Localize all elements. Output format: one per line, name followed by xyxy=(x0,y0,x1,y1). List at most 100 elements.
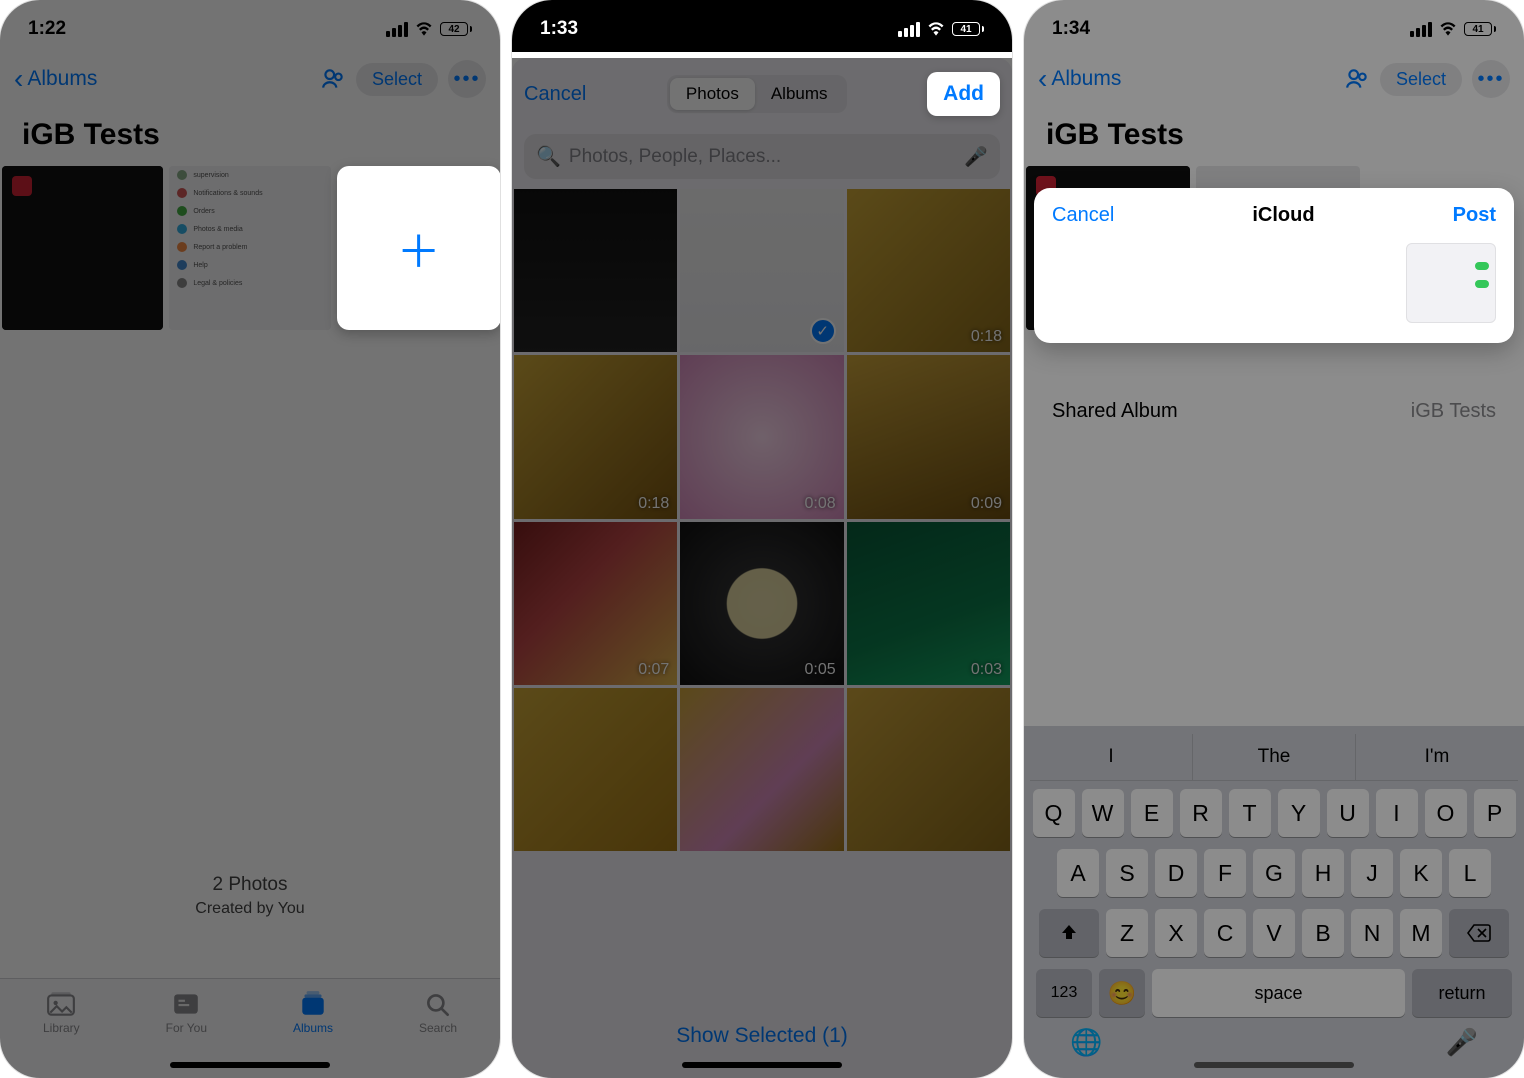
key-d[interactable]: D xyxy=(1155,849,1197,897)
show-selected-button[interactable]: Show Selected (1) xyxy=(512,1024,1012,1048)
key-a[interactable]: A xyxy=(1057,849,1099,897)
photo-thumbnail[interactable] xyxy=(2,166,163,330)
back-button[interactable]: ‹ Albums xyxy=(14,65,97,93)
photo-cell[interactable]: 0:08 xyxy=(680,355,843,518)
icloud-title: iCloud xyxy=(1252,204,1314,227)
search-icon xyxy=(423,991,453,1017)
key-x[interactable]: X xyxy=(1155,909,1197,957)
photo-cell[interactable]: 0:18 xyxy=(847,189,1010,352)
key-t[interactable]: T xyxy=(1229,789,1271,837)
shared-album-row[interactable]: Shared Album iGB Tests xyxy=(1034,380,1514,443)
key-p[interactable]: P xyxy=(1474,789,1516,837)
shared-library-icon[interactable] xyxy=(320,66,346,92)
more-button[interactable]: ••• xyxy=(448,60,486,98)
key-s[interactable]: S xyxy=(1106,849,1148,897)
battery-icon: 41 xyxy=(1464,22,1496,36)
key-e[interactable]: E xyxy=(1131,789,1173,837)
duration: 0:07 xyxy=(638,661,669,679)
key-y[interactable]: Y xyxy=(1278,789,1320,837)
suggestion[interactable]: I xyxy=(1030,734,1193,780)
key-c[interactable]: C xyxy=(1204,909,1246,957)
add-photo-button[interactable]: ＋ xyxy=(337,166,500,330)
tab-library[interactable]: Library xyxy=(43,991,80,1035)
home-indicator[interactable] xyxy=(682,1062,842,1068)
comment-textarea[interactable] xyxy=(1052,243,1394,313)
key-i[interactable]: I xyxy=(1376,789,1418,837)
key-n[interactable]: N xyxy=(1351,909,1393,957)
home-indicator[interactable] xyxy=(1194,1062,1354,1068)
shift-key[interactable] xyxy=(1039,909,1099,957)
key-z[interactable]: Z xyxy=(1106,909,1148,957)
emoji-key[interactable]: 😊 xyxy=(1099,969,1145,1017)
icloud-header: Cancel iCloud Post xyxy=(1034,188,1514,243)
status-time: 1:33 xyxy=(540,18,578,40)
return-key[interactable]: return xyxy=(1412,969,1512,1017)
photo-cell[interactable] xyxy=(514,688,677,851)
back-button[interactable]: ‹ Albums xyxy=(1038,65,1121,93)
wifi-icon xyxy=(414,22,434,36)
photo-cell[interactable] xyxy=(514,189,677,352)
key-w[interactable]: W xyxy=(1082,789,1124,837)
shared-album-value: iGB Tests xyxy=(1411,400,1496,423)
tab-albums[interactable]: Albums xyxy=(293,991,333,1035)
key-l[interactable]: L xyxy=(1449,849,1491,897)
photo-cell[interactable]: 0:03 xyxy=(847,522,1010,685)
space-key[interactable]: space xyxy=(1152,969,1405,1017)
key-f[interactable]: F xyxy=(1204,849,1246,897)
key-h[interactable]: H xyxy=(1302,849,1344,897)
segment-photos[interactable]: Photos xyxy=(670,78,755,110)
tab-search[interactable]: Search xyxy=(419,991,457,1035)
photo-cell[interactable]: 0:18 xyxy=(514,355,677,518)
duration: 0:08 xyxy=(805,495,836,513)
photo-cell[interactable]: ✓ xyxy=(680,189,843,352)
key-r[interactable]: R xyxy=(1180,789,1222,837)
photo-cell[interactable]: 0:07 xyxy=(514,522,677,685)
segment-albums[interactable]: Albums xyxy=(755,78,844,110)
select-button[interactable]: Select xyxy=(1380,63,1462,96)
cancel-button[interactable]: Cancel xyxy=(524,83,586,106)
plus-icon: ＋ xyxy=(397,216,441,280)
battery-icon: 41 xyxy=(952,22,984,36)
screen-1-album-view: 1:22 42 ‹ Albums Select ••• iGB Tests su… xyxy=(0,0,500,1078)
library-icon xyxy=(46,991,76,1017)
select-button[interactable]: Select xyxy=(356,63,438,96)
photo-cell[interactable] xyxy=(847,688,1010,851)
tab-label: Search xyxy=(419,1021,457,1035)
shared-library-icon[interactable] xyxy=(1344,66,1370,92)
key-b[interactable]: B xyxy=(1302,909,1344,957)
search-field[interactable]: 🔍 Photos, People, Places... 🎤 xyxy=(524,134,1000,179)
key-j[interactable]: J xyxy=(1351,849,1393,897)
key-v[interactable]: V xyxy=(1253,909,1295,957)
backspace-key[interactable] xyxy=(1449,909,1509,957)
attached-photo-thumbnail[interactable] xyxy=(1406,243,1496,323)
suggestion[interactable]: The xyxy=(1193,734,1356,780)
duration: 0:18 xyxy=(971,328,1002,346)
key-m[interactable]: M xyxy=(1400,909,1442,957)
dictation-key[interactable]: 🎤 xyxy=(1446,1027,1478,1058)
home-indicator[interactable] xyxy=(170,1062,330,1068)
key-k[interactable]: K xyxy=(1400,849,1442,897)
photo-cell[interactable] xyxy=(680,688,843,851)
status-icons: 41 xyxy=(898,22,984,37)
photo-thumbnail[interactable]: supervision Notifications & sounds Order… xyxy=(169,166,330,330)
screen-2-photo-picker: 1:33 41 Cancel Photos Albums Add 🔍 Photo… xyxy=(512,0,1012,1078)
photo-cell[interactable]: 0:09 xyxy=(847,355,1010,518)
nav-bar: ‹ Albums Select ••• xyxy=(1024,52,1524,110)
add-button[interactable]: Add xyxy=(927,72,1000,116)
tab-foryou[interactable]: For You xyxy=(166,991,207,1035)
numbers-key[interactable]: 123 xyxy=(1036,969,1092,1017)
key-u[interactable]: U xyxy=(1327,789,1369,837)
photo-cell[interactable]: 0:05 xyxy=(680,522,843,685)
ellipsis-icon: ••• xyxy=(1477,68,1504,91)
icloud-cancel-button[interactable]: Cancel xyxy=(1052,204,1114,227)
nav-bar: ‹ Albums Select ••• xyxy=(0,52,500,110)
album-footer-info: 2 Photos Created by You xyxy=(0,874,500,918)
more-button[interactable]: ••• xyxy=(1472,60,1510,98)
dictation-icon[interactable]: 🎤 xyxy=(964,145,988,169)
key-g[interactable]: G xyxy=(1253,849,1295,897)
globe-key[interactable]: 🌐 xyxy=(1070,1027,1102,1058)
key-o[interactable]: O xyxy=(1425,789,1467,837)
icloud-post-button[interactable]: Post xyxy=(1453,204,1496,227)
key-q[interactable]: Q xyxy=(1033,789,1075,837)
suggestion[interactable]: I'm xyxy=(1356,734,1518,780)
